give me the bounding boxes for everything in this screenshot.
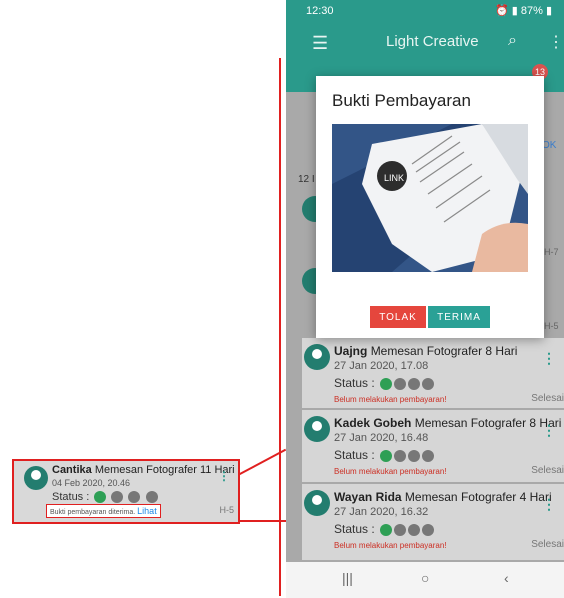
- app-bar: ☰ Light Creative ⌕ ⋮: [286, 22, 564, 64]
- order-card[interactable]: Kadek Gobeh Memesan Fotografer 8 Hari 27…: [302, 410, 564, 482]
- search-icon[interactable]: ⌕: [508, 32, 517, 50]
- recents-icon[interactable]: |||: [342, 570, 353, 586]
- home-icon[interactable]: ○: [421, 570, 429, 586]
- avatar: [304, 416, 330, 442]
- status-step-icon: [380, 377, 393, 390]
- status-done-icon: [145, 491, 158, 504]
- order-status: Status :: [334, 448, 435, 462]
- android-nav-bar: ||| ○ ‹: [286, 562, 564, 598]
- status-check-icon: [111, 491, 124, 504]
- h5-label: H-5: [544, 321, 559, 331]
- status-done-icon: [422, 377, 435, 390]
- back-icon[interactable]: ‹: [504, 570, 509, 586]
- count-label: 12 I: [298, 174, 315, 185]
- more-vertical-icon[interactable]: ⋮: [542, 496, 556, 513]
- order-card[interactable]: Wayan Rida Memesan Fotografer 4 Hari 27 …: [302, 484, 564, 560]
- view-link[interactable]: Lihat: [137, 506, 157, 516]
- status-check-icon: [394, 377, 407, 390]
- status-camera-icon: [128, 491, 141, 504]
- menu-icon[interactable]: ☰: [312, 34, 328, 52]
- status-camera-icon: [408, 523, 421, 536]
- app-title: Light Creative: [386, 33, 479, 50]
- reject-button[interactable]: TOLAK: [370, 306, 426, 328]
- avatar: [24, 466, 48, 490]
- payment-note: Bukti pembayaran diterima. Lihat: [46, 504, 161, 518]
- more-vertical-icon[interactable]: ⋮: [542, 422, 556, 439]
- dialog-title: Bukti Pembayaran: [332, 91, 471, 110]
- status-bar: 12:30 ⏰ ▮ 87% ▮: [286, 0, 564, 22]
- status-step-icon: [380, 523, 393, 536]
- status-check-icon: [394, 523, 407, 536]
- status-step-icon: [380, 449, 393, 462]
- days-remaining: H-5: [219, 505, 234, 515]
- order-status: Status :: [334, 376, 435, 390]
- h7-label: H-7: [544, 247, 559, 257]
- order-date: 04 Feb 2020, 20.46: [52, 478, 131, 488]
- avatar: [304, 344, 330, 370]
- more-vertical-icon[interactable]: ⋮: [542, 350, 556, 367]
- status-step-icon: [94, 491, 107, 504]
- payment-proof-dialog: Bukti Pembayaran LINK TOLAK TERIMA: [316, 76, 544, 338]
- order-status: Status :: [52, 491, 158, 504]
- order-action: Memesan Fotografer 11 Hari: [94, 464, 235, 476]
- status-done-icon: [422, 449, 435, 462]
- more-vertical-icon[interactable]: ⋮: [548, 32, 564, 52]
- battery-indicator: ⏰ ▮ 87% ▮: [494, 5, 552, 17]
- status-done-icon: [422, 523, 435, 536]
- status-camera-icon: [408, 449, 421, 462]
- zoomed-order-card[interactable]: Cantika Memesan Fotografer 11 Hari 04 Fe…: [12, 459, 240, 524]
- ok-label: OK: [542, 140, 557, 151]
- avatar: [304, 490, 330, 516]
- order-status: Status :: [334, 522, 435, 536]
- svg-text:LINK: LINK: [384, 173, 404, 183]
- accept-button[interactable]: TERIMA: [428, 306, 490, 328]
- more-vertical-icon[interactable]: ⋮: [218, 469, 230, 483]
- phone-screen: 12:30 ⏰ ▮ 87% ▮ ☰ Light Creative ⌕ ⋮ 13 …: [286, 0, 564, 598]
- status-check-icon: [394, 449, 407, 462]
- callout-line: [279, 58, 281, 596]
- clock: 12:30: [306, 5, 334, 17]
- customer-name: Cantika: [52, 464, 92, 476]
- status-camera-icon: [408, 377, 421, 390]
- receipt-photo[interactable]: LINK: [332, 124, 528, 272]
- callout-connector-bottom: [238, 520, 286, 522]
- order-card[interactable]: Uajng Memesan Fotografer 8 Hari 27 Jan 2…: [302, 338, 564, 408]
